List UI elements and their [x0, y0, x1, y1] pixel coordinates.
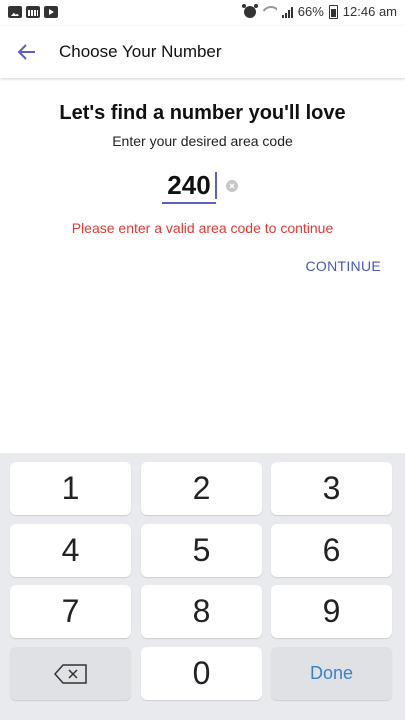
- battery-icon: [328, 4, 338, 19]
- key-0[interactable]: 0: [141, 647, 262, 700]
- clock: 12:46 am: [342, 4, 397, 19]
- image-icon: [8, 6, 22, 18]
- close-icon: [229, 183, 235, 189]
- error-message: Please enter a valid area code to contin…: [71, 220, 334, 236]
- alarm-icon: [241, 3, 258, 18]
- calendar-icon: [26, 6, 40, 18]
- done-key[interactable]: Done: [271, 647, 392, 700]
- key-5[interactable]: 5: [141, 524, 262, 577]
- key-3[interactable]: 3: [271, 462, 392, 515]
- backspace-key[interactable]: [10, 647, 131, 700]
- page-title: Choose Your Number: [59, 42, 222, 61]
- arrow-left-icon: [17, 44, 35, 60]
- heading: Let's find a number you'll love: [59, 102, 346, 124]
- wifi-icon: [261, 6, 277, 18]
- play-icon: [44, 6, 58, 18]
- key-8[interactable]: 8: [141, 585, 262, 638]
- numeric-keypad: 1 2 3 4 5 6 7 8 9 0 Done: [0, 453, 405, 720]
- key-2[interactable]: 2: [141, 462, 262, 515]
- text-cursor: [215, 172, 217, 199]
- back-button[interactable]: [10, 36, 44, 68]
- app-bar: Choose Your Number: [0, 26, 405, 78]
- battery-percent: 66%: [297, 4, 324, 19]
- system-icons: 66% 12:46 am: [241, 3, 397, 19]
- key-4[interactable]: 4: [10, 524, 131, 577]
- key-7[interactable]: 7: [10, 585, 131, 638]
- key-6[interactable]: 6: [271, 524, 392, 577]
- area-code-input[interactable]: [162, 168, 216, 204]
- area-code-field: [162, 168, 242, 208]
- subheading: Enter your desired area code: [112, 133, 293, 149]
- key-9[interactable]: 9: [271, 585, 392, 638]
- signal-icon: [281, 6, 293, 18]
- clear-input-button[interactable]: [226, 180, 238, 192]
- notification-icons: [8, 6, 58, 18]
- continue-button[interactable]: CONTINUE: [305, 258, 381, 274]
- backspace-icon: [53, 663, 87, 684]
- key-1[interactable]: 1: [10, 462, 131, 515]
- status-bar: 66% 12:46 am: [0, 0, 405, 26]
